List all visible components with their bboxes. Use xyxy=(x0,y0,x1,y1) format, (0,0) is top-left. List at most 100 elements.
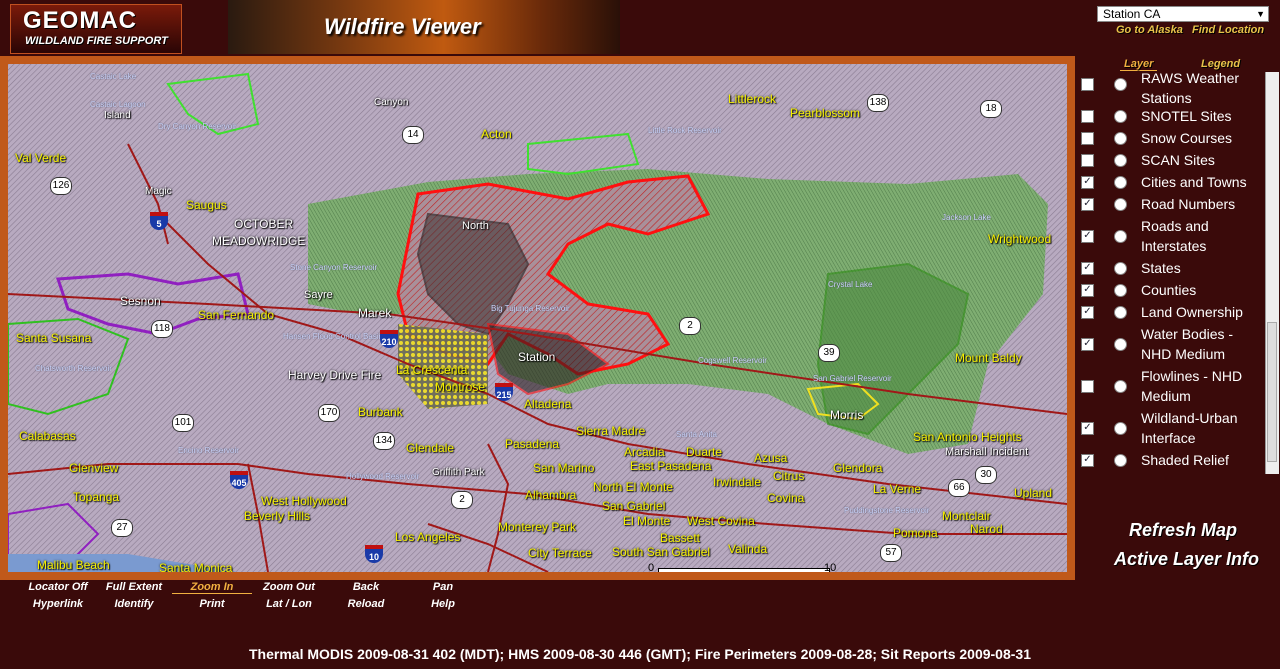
layer-scrollbar[interactable] xyxy=(1265,72,1279,474)
zoom-in-button[interactable]: Zoom In xyxy=(172,581,252,594)
layer-checkbox[interactable]: ✓ xyxy=(1081,198,1094,211)
city-label: Sesnon xyxy=(120,294,161,308)
city-label: South San Gabriel xyxy=(612,545,711,559)
lat-lon-button[interactable]: Lat / Lon xyxy=(249,598,329,610)
city-label: Canyon xyxy=(374,97,409,108)
layer-checkbox[interactable]: ✓ xyxy=(1081,454,1094,467)
active-layer-info-button[interactable]: Active Layer Info xyxy=(1114,549,1259,570)
reservoir-label: Stone Canyon Reservoir xyxy=(290,263,378,272)
city-label: Arcadia xyxy=(624,445,665,459)
scale-end: 10 mi xyxy=(824,562,837,572)
go-to-alaska-link[interactable]: Go to Alaska xyxy=(1116,24,1183,36)
city-label: Magic xyxy=(145,186,172,197)
reload-button[interactable]: Reload xyxy=(326,598,406,610)
reservoir-label: Big Tujunga Reservoir xyxy=(491,304,570,313)
city-label: MEADOWRIDGE xyxy=(212,234,306,248)
layer-item: ✓ Land Ownership xyxy=(1078,302,1262,324)
layer-radio[interactable] xyxy=(1114,78,1127,91)
city-label: Sierra Madre xyxy=(576,424,646,438)
city-label: Mount Baldy xyxy=(955,351,1022,365)
interstate-shield: 10 xyxy=(365,545,383,563)
layer-radio[interactable] xyxy=(1114,284,1127,297)
city-label: Topanga xyxy=(73,490,120,504)
layer-checkbox[interactable]: ✓ xyxy=(1081,422,1094,435)
full-extent-button[interactable]: Full Extent xyxy=(94,581,174,593)
city-label: OCTOBER xyxy=(234,217,294,231)
city-label: Valinda xyxy=(728,542,768,556)
city-label: Irwindale xyxy=(713,475,762,489)
reservoir-label: San Gabriel Reservoir xyxy=(813,374,892,383)
layer-radio[interactable] xyxy=(1114,422,1127,435)
city-label: Alhambra xyxy=(525,488,577,502)
layer-item: ✓ Counties xyxy=(1078,280,1262,302)
reservoir-label: Puddingstone Reservoir xyxy=(844,506,930,515)
reservoir-label: Jackson Lake xyxy=(942,213,991,222)
station-select[interactable]: Station CA ▼ xyxy=(1097,6,1269,22)
identify-button[interactable]: Identify xyxy=(94,598,174,610)
city-label: Saugus xyxy=(186,198,227,212)
layer-label: Shaded Relief xyxy=(1141,452,1229,468)
wildfire-banner: Wildfire Viewer xyxy=(228,0,620,54)
layer-list: RAWS Weather Stations SNOTEL Sites Snow … xyxy=(1078,72,1262,474)
layer-checkbox[interactable]: ✓ xyxy=(1081,262,1094,275)
scrollbar-thumb[interactable] xyxy=(1267,322,1277,462)
tab-legend[interactable]: Legend xyxy=(1201,58,1240,70)
city-label: Val Verde xyxy=(15,151,67,165)
layer-checkbox[interactable] xyxy=(1081,132,1094,145)
layer-checkbox[interactable] xyxy=(1081,78,1094,91)
layer-radio[interactable] xyxy=(1114,262,1127,275)
city-label: Duarte xyxy=(686,445,723,459)
layer-item: SNOTEL Sites xyxy=(1078,106,1262,128)
locator-off-button[interactable]: Locator Off xyxy=(18,581,98,593)
city-label: Upland xyxy=(1014,486,1053,500)
geomac-logo[interactable]: GEOMAC WILDLAND FIRE SUPPORT xyxy=(10,4,182,54)
logo-main-text: GEOMAC xyxy=(23,7,137,34)
refresh-map-button[interactable]: Refresh Map xyxy=(1129,520,1237,541)
layer-item: SCAN Sites xyxy=(1078,150,1262,172)
city-label: North xyxy=(462,220,489,232)
route-shield: 30 xyxy=(975,466,997,484)
print-button[interactable]: Print xyxy=(172,598,252,610)
layer-radio[interactable] xyxy=(1114,176,1127,189)
back-button[interactable]: Back xyxy=(326,581,406,593)
help-button[interactable]: Help xyxy=(403,598,483,610)
layer-checkbox[interactable]: ✓ xyxy=(1081,176,1094,189)
tab-layer[interactable]: Layer xyxy=(1120,58,1158,71)
layer-radio[interactable] xyxy=(1114,306,1127,319)
layer-checkbox[interactable]: ✓ xyxy=(1081,230,1094,243)
scale-bar: 0 10 mi xyxy=(648,562,836,572)
city-label: Monterey Park xyxy=(498,520,577,534)
layer-label: SCAN Sites xyxy=(1141,152,1215,168)
hyperlink-button[interactable]: Hyperlink xyxy=(18,598,98,610)
reservoir-label: Chatsworth Reservoir xyxy=(35,364,112,373)
layer-label: Roads and Interstates xyxy=(1141,218,1209,254)
layer-radio[interactable] xyxy=(1114,454,1127,467)
layer-radio[interactable] xyxy=(1114,198,1127,211)
map-canvas[interactable]: Littlerock Pearblossom Acton Val Verde S… xyxy=(8,64,1067,572)
layer-radio[interactable] xyxy=(1114,338,1127,351)
pan-button[interactable]: Pan xyxy=(403,581,483,593)
layer-radio[interactable] xyxy=(1114,132,1127,145)
route-shield: 118 xyxy=(151,320,173,338)
layer-label: Land Ownership xyxy=(1141,304,1243,320)
layer-radio[interactable] xyxy=(1114,380,1127,393)
layer-checkbox[interactable] xyxy=(1081,154,1094,167)
city-label: Griffith Park xyxy=(432,467,485,478)
route-shield: 57 xyxy=(880,544,902,562)
city-label: Santa Monica xyxy=(159,561,233,572)
layer-radio[interactable] xyxy=(1114,110,1127,123)
layer-checkbox[interactable] xyxy=(1081,380,1094,393)
layer-radio[interactable] xyxy=(1114,230,1127,243)
city-label: Azusa xyxy=(754,451,788,465)
zoom-out-button[interactable]: Zoom Out xyxy=(249,581,329,593)
layer-item: ✓ Cities and Towns xyxy=(1078,172,1262,194)
layer-checkbox[interactable]: ✓ xyxy=(1081,338,1094,351)
layer-checkbox[interactable] xyxy=(1081,110,1094,123)
find-location-link[interactable]: Find Location xyxy=(1192,24,1264,36)
layer-radio[interactable] xyxy=(1114,154,1127,167)
city-label: Covina xyxy=(767,491,805,505)
layer-label: Flowlines - NHD Medium xyxy=(1141,368,1243,404)
layer-checkbox[interactable]: ✓ xyxy=(1081,284,1094,297)
layer-checkbox[interactable]: ✓ xyxy=(1081,306,1094,319)
route-shield: 66 xyxy=(948,479,970,497)
